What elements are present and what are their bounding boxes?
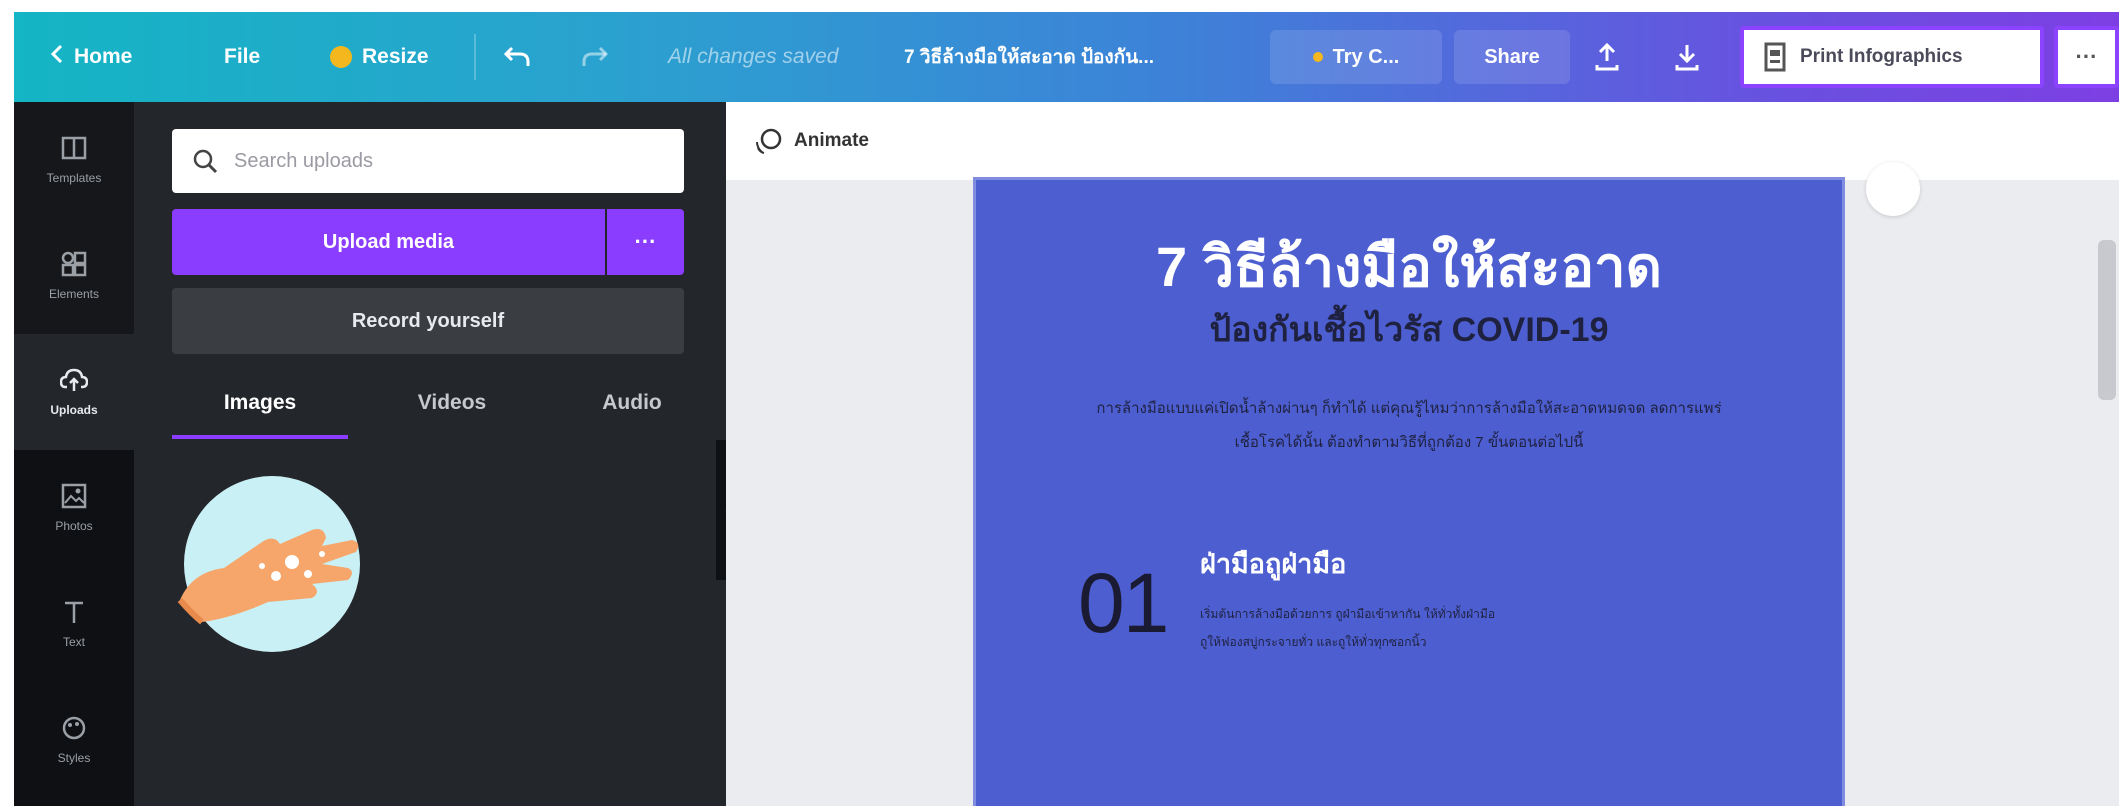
search-icon [193, 149, 218, 174]
top-toolbar: Home File Resize All changes saved 7 วิธ… [14, 12, 2119, 102]
file-menu[interactable]: File [224, 12, 260, 102]
publish-icon [1595, 43, 1619, 71]
text-icon [65, 601, 83, 623]
document-title[interactable]: 7 วิธีล้างมือให้สะอาด ป้องกัน... [904, 12, 1154, 102]
styles-icon [62, 716, 86, 740]
crown-icon [330, 46, 352, 68]
design-page[interactable]: 7 วิธีล้างมือให้สะอาด ป้องกันเชื้อไวรัส … [973, 177, 1845, 806]
print-label: Print Infographics [1800, 46, 1963, 67]
sidebar-item-label: Text [62, 635, 85, 649]
step-title[interactable]: ฝ่ามือถูฝ่ามือ [1200, 542, 1346, 585]
tab-audio[interactable]: Audio [550, 380, 714, 426]
elements-icon [61, 251, 87, 277]
animate-label: Animate [794, 130, 869, 151]
print-infographics-button[interactable]: Print Infographics [1740, 26, 2044, 88]
sidebar-item-styles[interactable]: Styles [14, 682, 134, 798]
more-options-button[interactable]: ··· [2054, 26, 2119, 88]
redo-icon [582, 46, 609, 66]
uploaded-image-thumbnail[interactable] [172, 472, 362, 662]
active-tab-indicator [172, 435, 348, 439]
templates-icon [61, 136, 87, 160]
sidebar-item-text[interactable]: Text [14, 566, 134, 682]
publish-button[interactable] [1594, 12, 1620, 102]
search-input[interactable] [232, 148, 656, 174]
undo-icon [503, 46, 530, 66]
sidebar-item-label: Uploads [50, 403, 98, 417]
side-nav: Templates Elements Uploads Photos Text S… [14, 102, 134, 806]
try-label: Try C... [1332, 45, 1400, 68]
home-button[interactable]: Home [50, 12, 132, 102]
download-button[interactable] [1674, 12, 1700, 102]
page-subtitle[interactable]: ป้องกันเชื้อไวรัส COVID-19 [976, 302, 1842, 356]
sidebar-item-label: Photos [55, 519, 93, 533]
search-box[interactable] [172, 129, 684, 193]
redo-button[interactable] [580, 12, 610, 102]
sidebar-item-templates[interactable]: Templates [14, 102, 134, 218]
sidebar-item-label: Templates [46, 171, 102, 185]
download-icon [1675, 45, 1699, 71]
intro-text[interactable]: การล้างมือแบบแค่เปิดน้ำล้างผ่านๆ ก็ทำได้… [1091, 392, 1727, 460]
animate-icon [756, 128, 782, 154]
upload-options-button[interactable]: ··· [607, 209, 684, 275]
photos-icon [61, 483, 87, 509]
step-number[interactable]: 01 [1078, 555, 1169, 652]
page-title[interactable]: 7 วิธีล้างมือให้สะอาด [976, 222, 1842, 311]
upload-media-button[interactable]: Upload media [172, 209, 605, 275]
sidebar-item-elements[interactable]: Elements [14, 218, 134, 334]
animate-button[interactable]: Animate [754, 120, 869, 162]
page-options-button[interactable] [1866, 162, 1920, 216]
step-description[interactable]: เริ่มต้นการล้างมือด้วยการ ถูฝ่ามือเข้าหา… [1200, 600, 1500, 656]
share-button[interactable]: Share [1454, 30, 1570, 84]
try-pro-button[interactable]: Try C... [1270, 30, 1442, 84]
sidebar-item-label: Styles [57, 751, 91, 765]
sidebar-item-photos[interactable]: Photos [14, 450, 134, 566]
uploads-icon [60, 368, 88, 391]
record-yourself-button[interactable]: Record yourself [172, 288, 684, 354]
sidebar-item-uploads[interactable]: Uploads [14, 334, 134, 450]
divider [474, 34, 476, 80]
save-status: All changes saved [668, 45, 839, 68]
resize-label: Resize [362, 45, 429, 68]
tab-videos[interactable]: Videos [370, 380, 534, 426]
undo-button[interactable] [502, 12, 532, 102]
crown-icon [1312, 52, 1323, 62]
uploads-panel: Upload media ··· Record yourself Images … [134, 102, 726, 806]
scrollbar-thumb[interactable] [2098, 240, 2116, 400]
sidebar-item-label: Elements [48, 287, 100, 301]
tab-images[interactable]: Images [172, 380, 348, 426]
print-icon [1764, 42, 1786, 72]
home-label: Home [74, 45, 133, 68]
resize-button[interactable]: Resize [330, 12, 429, 102]
editor-canvas: Animate 7 วิธีล้างมือให้สะอาด ป้องกันเชื… [726, 102, 2119, 806]
chevron-left-icon [50, 44, 64, 70]
